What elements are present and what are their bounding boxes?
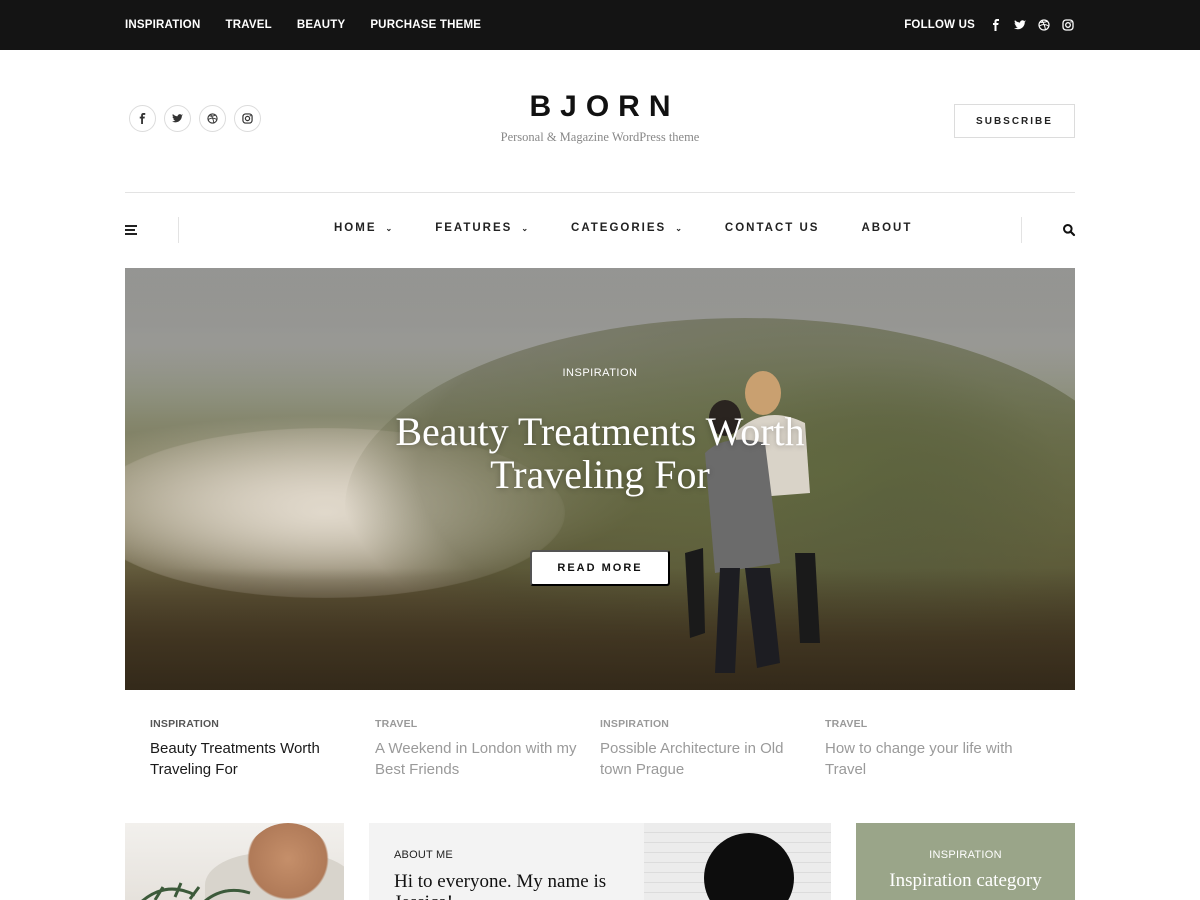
post-category[interactable]: TRAVEL [375,718,600,730]
facebook-icon[interactable] [989,18,1003,32]
post-category[interactable]: INSPIRATION [600,718,825,730]
site-tagline: Personal & Magazine WordPress theme [500,130,700,144]
nav-item-home[interactable]: HOME ⌄ [334,222,392,234]
instagram-icon[interactable] [234,105,261,132]
post-title[interactable]: Possible Architecture in Old town Prague [600,738,805,780]
about-me-photo [644,823,831,900]
nav-separator-right [1021,217,1022,243]
promo-card-image[interactable] [125,823,344,900]
header-divider [125,192,1075,193]
hero-category[interactable]: INSPIRATION [125,367,1075,379]
plant-illustration [141,882,251,900]
post-title[interactable]: Beauty Treatments Worth Traveling For [150,738,355,780]
instagram-icon[interactable] [1061,18,1075,32]
top-nav-travel[interactable]: TRAVEL [225,19,271,31]
post-title[interactable]: A Weekend in London with my Best Friends [375,738,580,780]
hamburger-menu-icon[interactable] [125,225,137,235]
twitter-icon[interactable] [1013,18,1027,32]
top-nav-purchase-theme[interactable]: PURCHASE THEME [370,19,481,31]
category-card-title: Inspiration category [889,870,1042,891]
person-head [243,823,333,900]
hero-slider[interactable]: INSPIRATION Beauty Treatments Worth Trav… [125,268,1075,690]
hat-illustration [704,833,794,900]
category-card[interactable]: INSPIRATION Inspiration category [856,823,1075,900]
search-icon[interactable] [1062,223,1076,237]
site-branding: BJORN Personal & Magazine WordPress them… [400,90,800,145]
post-item[interactable]: INSPIRATION Possible Architecture in Old… [600,718,825,780]
nav-item-label: CONTACT US [724,222,820,234]
hero-title[interactable]: Beauty Treatments Worth Traveling For [325,410,875,496]
post-category[interactable]: INSPIRATION [150,718,375,730]
hero-grass [125,568,1075,690]
main-nav: HOME ⌄ FEATURES ⌄ CATEGORIES ⌄ CONTACT U… [334,222,912,234]
post-item[interactable]: INSPIRATION Beauty Treatments Worth Trav… [150,718,375,780]
nav-separator-left [178,217,179,243]
about-me-label: ABOUT ME [394,849,453,861]
about-me-card[interactable]: ABOUT ME Hi to everyone. My name is Jess… [369,823,831,900]
nav-item-contact-us[interactable]: CONTACT US [725,222,820,234]
category-card-label: INSPIRATION [929,849,1002,861]
read-more-button[interactable]: READ MORE [530,550,670,586]
nav-item-about[interactable]: ABOUT [861,222,912,234]
follow-us-label: FOLLOW US [904,19,975,31]
about-me-text: Hi to everyone. My name is Jessica! [394,871,607,900]
chevron-down-icon: ⌄ [385,223,393,233]
top-bar: INSPIRATION TRAVEL BEAUTY PURCHASE THEME… [0,0,1200,50]
post-category[interactable]: TRAVEL [825,718,1050,730]
subscribe-button[interactable]: SUBSCRIBE [954,104,1075,138]
dribbble-icon[interactable] [1037,18,1051,32]
nav-item-label: HOME [334,222,377,234]
post-item[interactable]: TRAVEL A Weekend in London with my Best … [375,718,600,780]
follow-us: FOLLOW US [904,0,1075,50]
top-nav-inspiration[interactable]: INSPIRATION [125,19,200,31]
chevron-down-icon: ⌄ [521,223,529,233]
facebook-icon[interactable] [129,105,156,132]
post-title[interactable]: How to change your life with Travel [825,738,1030,780]
nav-item-features[interactable]: FEATURES ⌄ [435,222,528,234]
twitter-icon[interactable] [164,105,191,132]
dribbble-icon[interactable] [199,105,226,132]
post-item[interactable]: TRAVEL How to change your life with Trav… [825,718,1050,780]
top-nav: INSPIRATION TRAVEL BEAUTY PURCHASE THEME [125,0,481,50]
site-title[interactable]: BJORN [400,90,800,124]
nav-item-label: CATEGORIES [571,222,667,234]
nav-item-label: ABOUT [861,222,913,234]
header-social-links [129,105,261,132]
nav-item-label: FEATURES [435,222,513,234]
top-nav-beauty[interactable]: BEAUTY [297,19,345,31]
featured-posts-strip: INSPIRATION Beauty Treatments Worth Trav… [150,718,1050,780]
nav-item-categories[interactable]: CATEGORIES ⌄ [571,222,682,234]
chevron-down-icon: ⌄ [675,223,682,233]
